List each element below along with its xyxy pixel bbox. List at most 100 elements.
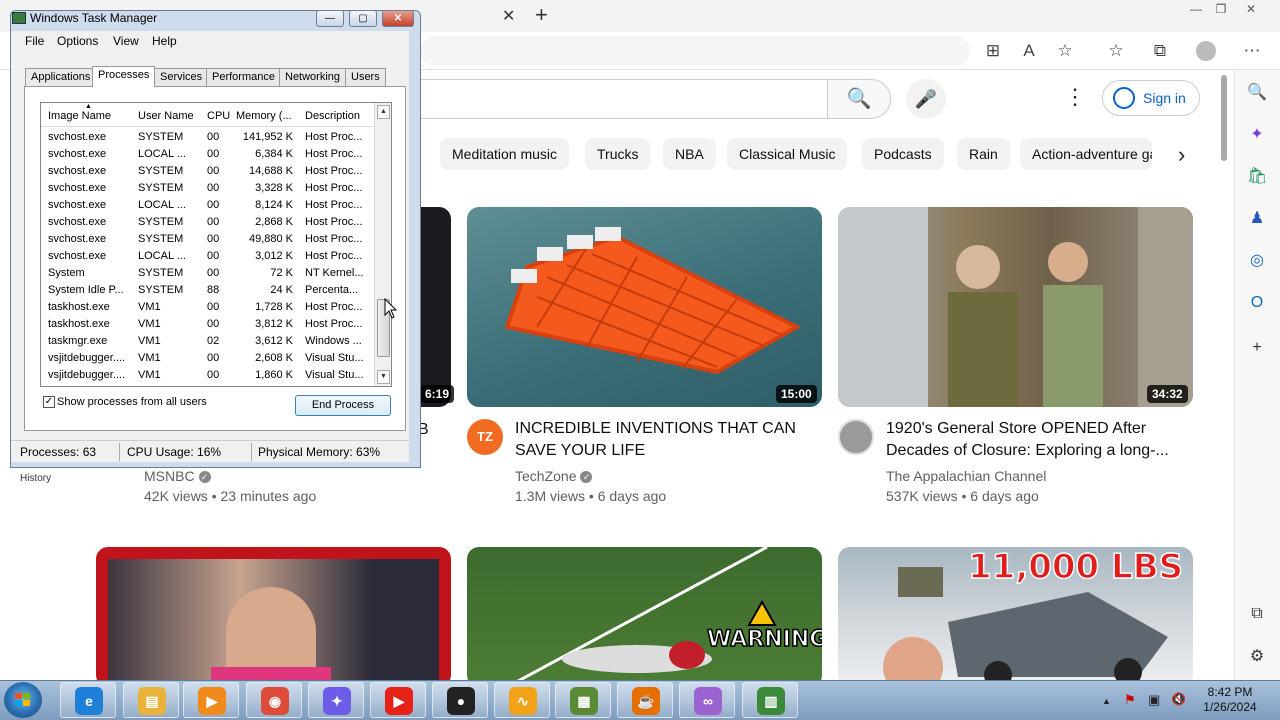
process-row[interactable]: System SYSTEM 00 72 K NT Kernel... bbox=[41, 265, 376, 282]
address-bar[interactable] bbox=[420, 36, 970, 66]
process-row[interactable]: svchost.exe SYSTEM 00 3,328 K Host Proc... bbox=[41, 180, 376, 197]
video-title-fragment[interactable]: B bbox=[418, 419, 438, 441]
process-row[interactable]: taskhost.exe VM1 00 3,812 K Host Proc... bbox=[41, 316, 376, 333]
channel-avatar[interactable]: TZ bbox=[467, 419, 503, 455]
process-row[interactable]: svchost.exe SYSTEM 00 2,868 K Host Proc... bbox=[41, 214, 376, 231]
restore-window-icon[interactable]: ❐ bbox=[1210, 2, 1232, 18]
video-thumbnail[interactable]: 11,000 LBS bbox=[838, 547, 1193, 687]
settings-menu-icon[interactable]: ⋮ bbox=[1064, 84, 1086, 110]
action-center-icon[interactable]: ⚑ bbox=[1124, 692, 1136, 708]
minimize-window-icon[interactable]: — bbox=[1185, 2, 1207, 18]
process-row[interactable]: System Idle P... SYSTEM 88 24 K Percenta... bbox=[41, 282, 376, 299]
network-icon[interactable]: ▣ bbox=[1148, 692, 1160, 708]
taskbar-copilot[interactable]: ✦ bbox=[308, 682, 364, 718]
close-tab-icon[interactable]: ✕ bbox=[502, 6, 515, 26]
taskbar-minecraft[interactable]: ▦ bbox=[555, 682, 611, 718]
add-icon[interactable]: + bbox=[1247, 338, 1267, 358]
process-row[interactable]: vsjitdebugger.... VM1 00 2,608 K Visual Stu.… bbox=[41, 350, 376, 367]
tab-services[interactable]: Services bbox=[154, 68, 209, 86]
video-thumbnail[interactable] bbox=[96, 547, 451, 687]
search-icon[interactable]: 🔍 bbox=[1247, 83, 1267, 103]
chevron-right-icon[interactable]: › bbox=[1178, 142, 1185, 168]
shopping-icon[interactable]: 🛍 bbox=[1247, 167, 1267, 187]
column-cpu[interactable]: CPU bbox=[207, 110, 230, 122]
column-memory[interactable]: Memory (... bbox=[236, 110, 292, 122]
minimize-icon[interactable]: — bbox=[316, 10, 344, 27]
tab-networking[interactable]: Networking bbox=[279, 68, 347, 86]
scroll-up-icon[interactable]: ▲ bbox=[377, 105, 390, 119]
sign-in-button[interactable]: Sign in bbox=[1102, 80, 1200, 116]
taskbar-visual-studio[interactable]: ∞ bbox=[679, 682, 735, 718]
process-row[interactable]: svchost.exe LOCAL ... 00 6,384 K Host Proc..… bbox=[41, 146, 376, 163]
settings-icon[interactable]: ⚙ bbox=[1247, 647, 1267, 667]
channel-avatar[interactable] bbox=[838, 419, 874, 455]
chip-classical-music[interactable]: Classical Music bbox=[727, 138, 848, 170]
tab-performance[interactable]: Performance bbox=[206, 68, 281, 86]
chip-nba[interactable]: NBA bbox=[663, 138, 716, 170]
chip-podcasts[interactable]: Podcasts bbox=[862, 138, 944, 170]
page-scrollbar[interactable] bbox=[1221, 75, 1227, 161]
process-row[interactable]: taskmgr.exe VM1 02 3,612 K Windows ... bbox=[41, 333, 376, 350]
end-process-button[interactable]: End Process bbox=[295, 395, 391, 416]
taskbar-audacity[interactable]: ∿ bbox=[494, 682, 550, 718]
video-title[interactable]: 1920's General Store OPENED After Decade… bbox=[886, 418, 1186, 462]
column-user-name[interactable]: User Name bbox=[138, 110, 194, 122]
channel-name[interactable]: MSNBC ✓ bbox=[144, 468, 211, 484]
video-thumbnail[interactable] bbox=[838, 207, 1193, 407]
volume-muted-icon[interactable]: 🔇 bbox=[1171, 692, 1186, 706]
process-row[interactable]: vsjitdebugger.... VM1 00 1,860 K Visual Stu.… bbox=[41, 367, 376, 384]
show-all-processes-checkbox[interactable]: ✓ bbox=[43, 396, 55, 408]
tab-applications[interactable]: Applications bbox=[25, 68, 97, 86]
close-icon[interactable]: ✕ bbox=[382, 10, 414, 27]
games-icon[interactable]: ♟ bbox=[1247, 209, 1267, 229]
add-favorite-icon[interactable]: ☆ bbox=[1054, 40, 1076, 62]
search-input[interactable] bbox=[420, 79, 828, 119]
chip-action-adventure[interactable]: Action-adventure games bbox=[1020, 138, 1152, 170]
profile-icon[interactable] bbox=[1196, 41, 1216, 61]
process-row[interactable]: svchost.exe LOCAL ... 00 3,012 K Host Proc..… bbox=[41, 248, 376, 265]
chip-meditation-music[interactable]: Meditation music bbox=[440, 138, 570, 170]
process-row[interactable]: svchost.exe SYSTEM 00 141,952 K Host Proc... bbox=[41, 129, 376, 146]
column-image-name[interactable]: Image Name bbox=[48, 110, 111, 122]
video-thumbnail[interactable]: WARNING bbox=[467, 547, 822, 687]
outlook-icon[interactable]: O bbox=[1247, 293, 1267, 313]
video-thumbnail[interactable] bbox=[467, 207, 822, 407]
split-screen-icon[interactable]: ⧉ bbox=[1247, 604, 1267, 624]
process-row[interactable]: svchost.exe SYSTEM 00 49,880 K Host Proc... bbox=[41, 231, 376, 248]
taskbar-youtube[interactable]: ▶ bbox=[370, 682, 426, 718]
process-row[interactable]: svchost.exe LOCAL ... 00 8,124 K Host Proc..… bbox=[41, 197, 376, 214]
copilot-icon[interactable]: ✦ bbox=[1247, 125, 1267, 145]
new-tab-icon[interactable]: + bbox=[535, 2, 548, 28]
taskbar-chrome[interactable]: ◉ bbox=[246, 682, 302, 718]
process-row[interactable]: taskhost.exe VM1 00 1,728 K Host Proc... bbox=[41, 299, 376, 316]
process-list-scrollbar[interactable]: ▲ ▼ bbox=[374, 103, 391, 386]
voice-search-button[interactable]: 🎤 bbox=[906, 79, 946, 119]
process-list[interactable]: Image Name ▲ User Name CPU Memory (... D… bbox=[40, 102, 392, 387]
m365-icon[interactable]: ◎ bbox=[1247, 251, 1267, 271]
column-description[interactable]: Description bbox=[305, 110, 360, 122]
more-icon[interactable]: ⋯ bbox=[1241, 40, 1263, 62]
channel-name[interactable]: The Appalachian Channel bbox=[886, 468, 1046, 484]
app-grid-icon[interactable]: ⊞ bbox=[982, 40, 1004, 62]
menu-file[interactable]: File bbox=[25, 34, 44, 48]
scroll-down-icon[interactable]: ▼ bbox=[377, 370, 390, 384]
system-clock[interactable]: 8:42 PM 1/26/2024 bbox=[1198, 685, 1262, 715]
favorites-icon[interactable]: ☆ bbox=[1105, 40, 1127, 62]
search-button[interactable]: 🔍 bbox=[827, 79, 891, 119]
taskbar-task-manager[interactable]: ▥ bbox=[742, 682, 798, 718]
video-title[interactable]: INCREDIBLE INVENTIONS THAT CAN SAVE YOUR… bbox=[515, 418, 805, 462]
chip-rain[interactable]: Rain bbox=[957, 138, 1010, 170]
taskbar-file-explorer[interactable]: ▤ bbox=[123, 682, 179, 718]
channel-name[interactable]: TechZone ✓ bbox=[515, 468, 593, 484]
collections-icon[interactable]: ⧉ bbox=[1149, 40, 1171, 62]
chip-trucks[interactable]: Trucks bbox=[585, 138, 651, 170]
maximize-icon[interactable]: ▢ bbox=[349, 10, 377, 27]
menu-help[interactable]: Help bbox=[152, 34, 177, 48]
taskbar-media-player[interactable]: ▶ bbox=[183, 682, 239, 718]
taskbar-edge[interactable]: e bbox=[60, 682, 116, 718]
menu-options[interactable]: Options bbox=[57, 34, 98, 48]
taskbar-java[interactable]: ☕ bbox=[617, 682, 673, 718]
history-label[interactable]: History bbox=[20, 473, 51, 484]
tab-processes[interactable]: Processes bbox=[92, 66, 156, 87]
tab-users[interactable]: Users bbox=[345, 68, 386, 86]
